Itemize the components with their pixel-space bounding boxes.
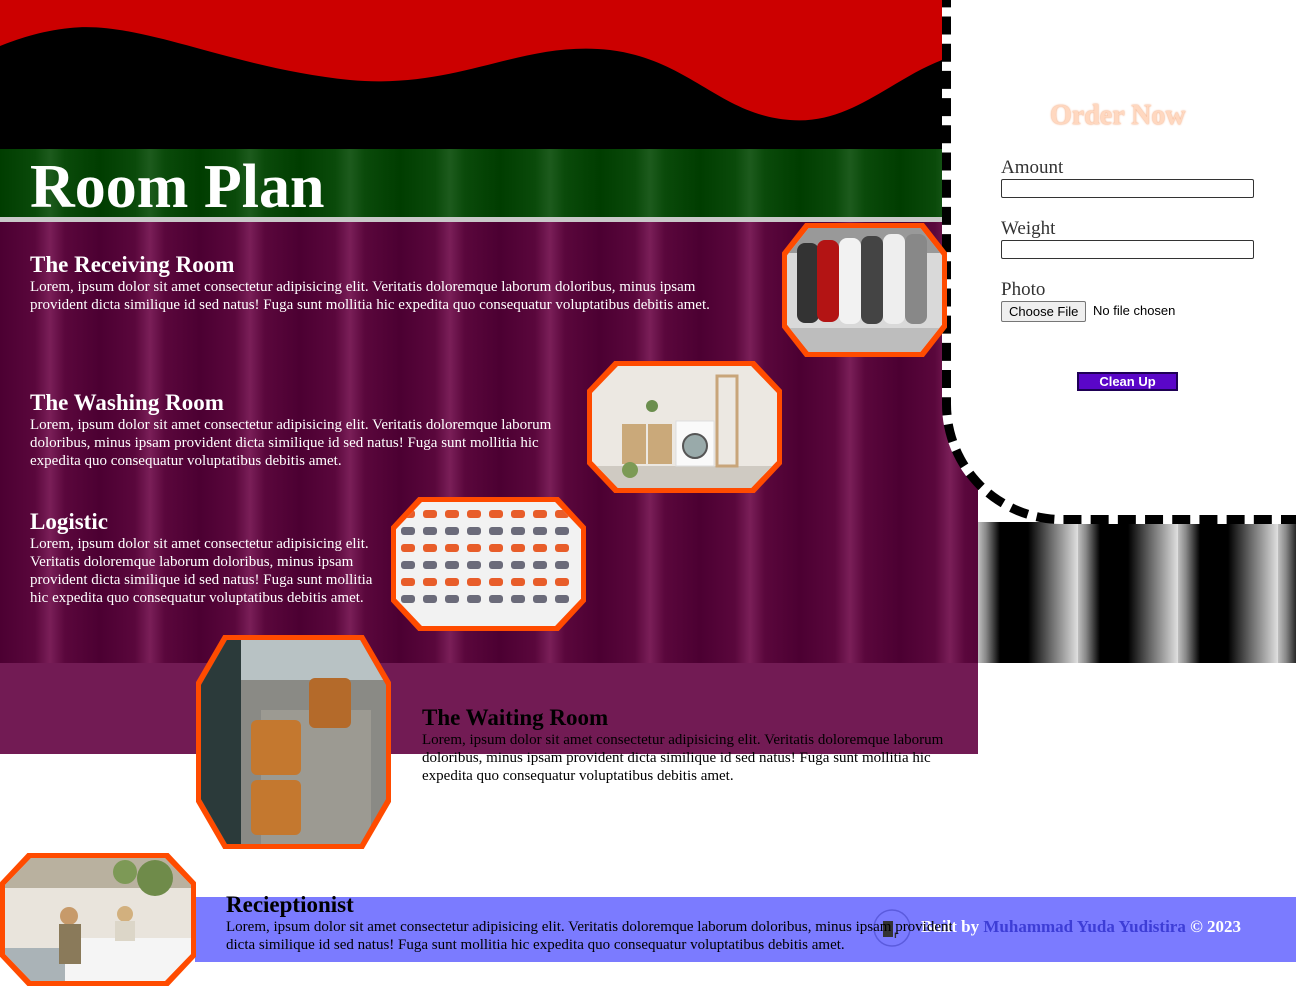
logistic-section: Logistic Lorem, ipsum dolor sit amet con… <box>30 509 390 607</box>
clean-up-button[interactable]: Clean Up <box>1077 372 1178 391</box>
shoes-rack-photo <box>787 228 942 352</box>
armchairs-photo <box>201 640 386 844</box>
logistic-image <box>391 497 586 631</box>
amount-input[interactable] <box>1001 179 1254 198</box>
file-status: No file chosen <box>1093 303 1176 318</box>
receptionist-image <box>0 853 196 986</box>
choose-file-button[interactable]: Choose File <box>1001 301 1087 322</box>
weight-label: Weight <box>1001 218 1056 239</box>
receiving-room-section: The Receiving Room Lorem, ipsum dolor si… <box>30 252 750 314</box>
receptionist-text: Lorem, ipsum dolor sit amet consectetur … <box>226 919 953 953</box>
waiting-room-section: The Waiting Room Lorem, ipsum dolor sit … <box>422 705 982 785</box>
wave-graphic <box>0 0 942 121</box>
washing-room-text: Lorem, ipsum dolor sit amet consectetur … <box>30 417 552 469</box>
logistic-title: Logistic <box>30 509 108 534</box>
title-bar: Room Plan <box>0 149 942 222</box>
order-panel <box>942 0 1296 524</box>
waiting-room-title: The Waiting Room <box>422 705 609 730</box>
amount-label: Amount <box>1001 157 1064 178</box>
washing-room-image <box>587 361 782 493</box>
footer-credit: Built by Muhammad Yuda Yudistira © 2023 <box>921 917 1241 937</box>
logistic-text: Lorem, ipsum dolor sit amet consectetur … <box>30 536 373 606</box>
page-title: Room Plan <box>30 153 325 221</box>
waiting-room-image <box>196 635 391 849</box>
striped-decoration <box>978 522 1296 663</box>
receiving-room-text: Lorem, ipsum dolor sit amet consectetur … <box>30 279 710 313</box>
order-title: Order Now <box>1050 100 1186 131</box>
receptionist-section: Recieptionist Lorem, ipsum dolor sit ame… <box>226 892 966 954</box>
photo-label: Photo <box>1001 279 1046 300</box>
sneaker-grid-photo <box>396 502 581 626</box>
receiving-room-image <box>782 223 947 357</box>
weight-input[interactable] <box>1001 240 1254 259</box>
hero-wave-banner <box>0 0 942 149</box>
washing-machine-photo <box>592 366 777 488</box>
washing-room-title: The Washing Room <box>30 390 224 415</box>
washing-room-section: The Washing Room Lorem, ipsum dolor sit … <box>30 390 570 470</box>
receiving-room-title: The Receiving Room <box>30 252 235 277</box>
receptionist-title: Recieptionist <box>226 892 354 917</box>
author-link[interactable]: Muhammad Yuda Yudistira <box>983 917 1186 936</box>
reception-desk-photo <box>5 858 191 981</box>
copyright-text: © 2023 <box>1190 917 1242 936</box>
waiting-room-text: Lorem, ipsum dolor sit amet consectetur … <box>422 732 944 784</box>
